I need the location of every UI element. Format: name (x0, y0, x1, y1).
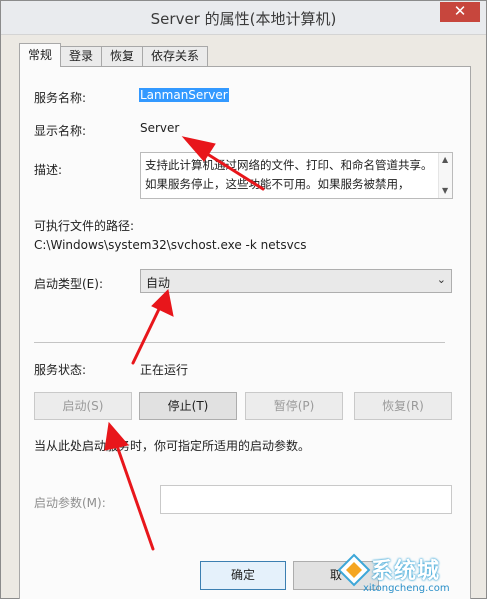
close-button[interactable]: ✕ (440, 2, 480, 22)
description-box[interactable]: 支持此计算机通过网络的文件、打印、和命名管道共享。如果服务停止，这些功能不可用。… (140, 152, 453, 199)
description-scrollbar[interactable]: ▲ ▼ (438, 153, 452, 198)
window-title: Server 的属性(本地计算机) (150, 10, 337, 28)
chevron-down-icon: ⌄ (436, 273, 446, 286)
section-divider (34, 342, 445, 343)
startup-type-dropdown[interactable]: 自动 ⌄ (140, 269, 452, 293)
tab-recovery[interactable]: 恢复 (101, 46, 144, 67)
service-properties-window: Server 的属性(本地计算机) ✕ 常规 登录 恢复 依存关系 服务名称: … (0, 0, 487, 599)
title-bar[interactable]: Server 的属性(本地计算机) ✕ (1, 1, 486, 35)
general-tab-panel: 服务名称: LanmanServer 显示名称: Server 描述: 支持此计… (19, 66, 471, 599)
service-status-label: 服务状态: (34, 363, 87, 377)
tab-strip: 常规 登录 恢复 依存关系 (19, 43, 209, 67)
start-parameters-hint: 当从此处启动服务时，你可指定所适用的启动参数。 (34, 439, 311, 453)
service-name-value[interactable]: LanmanServer (139, 88, 229, 102)
stop-button[interactable]: 停止(T) (139, 392, 237, 420)
tab-logon[interactable]: 登录 (60, 46, 103, 67)
site-watermark: 系统城 xitongcheng.com (337, 549, 487, 599)
scroll-down-icon[interactable]: ▼ (442, 186, 448, 195)
display-name-value[interactable]: Server (140, 121, 179, 135)
display-name-label: 显示名称: (34, 124, 87, 138)
start-button[interactable]: 启动(S) (34, 392, 132, 420)
tab-general[interactable]: 常规 (19, 43, 62, 67)
pause-button[interactable]: 暂停(P) (245, 392, 343, 420)
close-icon: ✕ (453, 2, 467, 20)
description-label: 描述: (34, 163, 63, 177)
watermark-text: 系统城 (371, 559, 441, 584)
service-status-value: 正在运行 (140, 363, 189, 377)
startup-type-selected: 自动 (146, 276, 171, 290)
description-text: 支持此计算机通过网络的文件、打印、和命名管道共享。如果服务停止，这些功能不可用。… (145, 158, 433, 191)
executable-path-label: 可执行文件的路径: (34, 219, 135, 233)
startup-type-label: 启动类型(E): (34, 277, 103, 291)
tab-dependencies[interactable]: 依存关系 (142, 46, 209, 67)
executable-path-value: C:\Windows\system32\svchost.exe -k netsv… (34, 238, 307, 252)
service-name-selected-text[interactable]: LanmanServer (139, 88, 229, 102)
watermark-url: xitongcheng.com (363, 583, 450, 594)
start-parameters-label: 启动参数(M): (34, 496, 106, 510)
resume-button[interactable]: 恢复(R) (354, 392, 452, 420)
service-name-label: 服务名称: (34, 91, 87, 105)
scroll-up-icon[interactable]: ▲ (442, 155, 448, 164)
ok-button[interactable]: 确定 (200, 561, 286, 590)
start-parameters-input[interactable] (160, 485, 452, 514)
